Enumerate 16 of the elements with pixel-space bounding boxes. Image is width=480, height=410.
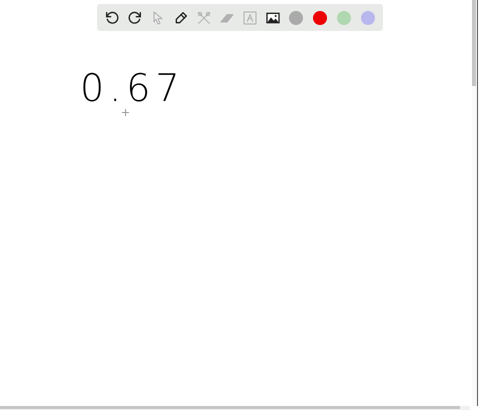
handwritten-number: 0.67 xyxy=(80,66,185,110)
redo-icon xyxy=(126,10,142,26)
color-swatch[interactable] xyxy=(361,10,375,24)
crosshair-cursor-icon xyxy=(122,109,129,116)
scrollbar-thumb[interactable] xyxy=(472,0,476,86)
tools-icon xyxy=(196,10,212,26)
color-swatch[interactable] xyxy=(289,10,303,24)
text-icon xyxy=(242,10,258,26)
pen-icon xyxy=(172,10,188,26)
horizontal-scrollbar[interactable] xyxy=(0,406,470,410)
color-swatch[interactable] xyxy=(337,10,351,24)
vertical-scrollbar[interactable] xyxy=(472,0,478,406)
scrollbar-thumb[interactable] xyxy=(0,406,460,409)
undo-icon xyxy=(104,10,120,26)
color-swatch[interactable] xyxy=(313,10,327,24)
image-icon xyxy=(264,10,280,26)
